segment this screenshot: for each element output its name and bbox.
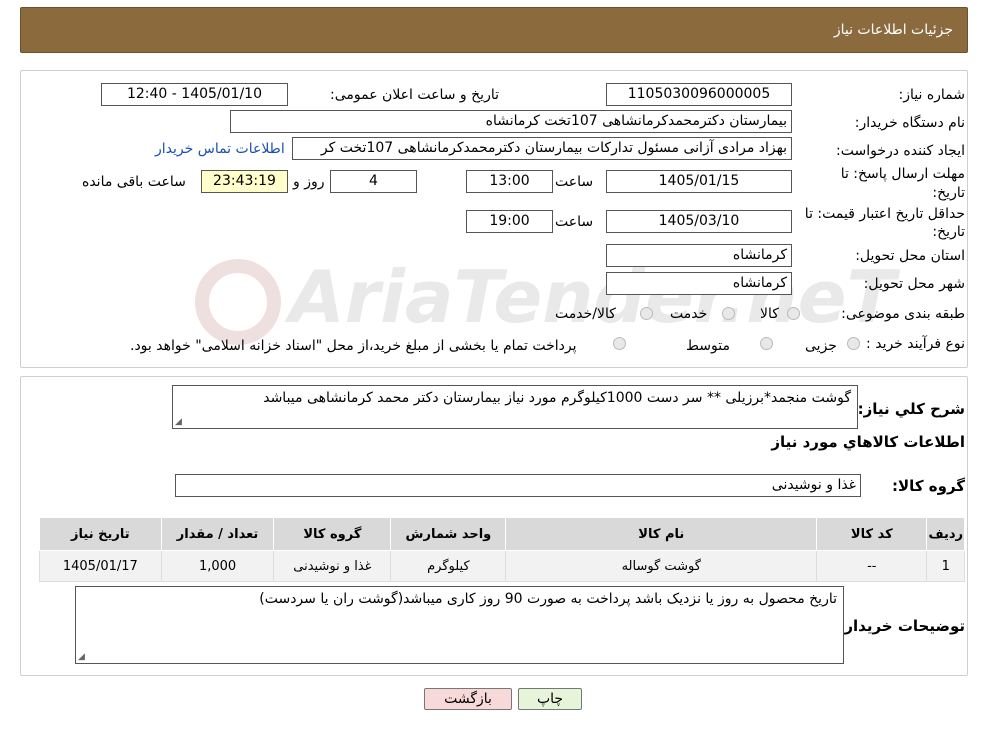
col-code: کد کالا [816, 517, 928, 551]
cell-unit: کیلوگرم [390, 550, 507, 582]
validity-label-date: تاریخ: [932, 224, 965, 240]
notes-resize-grip-icon[interactable]: ◢ [78, 652, 85, 662]
summary-label: شرح کلي نياز: [857, 400, 965, 418]
process-note: پرداخت تمام یا بخشی از مبلغ خرید،از محل … [130, 338, 577, 354]
deadline-time-label: ساعت [555, 174, 594, 190]
creator-field: بهزاد مرادی آزانی مسئول تدارکات بیمارستا… [292, 137, 792, 160]
deadline-date-field: 1405/01/15 [606, 170, 792, 193]
process-option-minor: جزیی [805, 338, 837, 354]
announce-label: تاریخ و ساعت اعلان عمومی: [330, 87, 499, 103]
watermark: AriaTender.neT [195, 255, 896, 346]
deadline-time-field: 13:00 [466, 170, 553, 193]
validity-label: حداقل تاریخ اعتبار قیمت: تا [804, 206, 965, 222]
days-remaining-field: 4 [330, 170, 417, 193]
items-table: رديف کد کالا نام کالا واحد شمارش گروه کا… [39, 517, 965, 582]
category-label: طبقه بندی موضوعی: [841, 306, 965, 322]
process-option-medium: متوسط [686, 338, 730, 354]
buyer-notes-text: تاریخ محصول به روز یا نزدیک باشد پرداخت … [75, 586, 844, 664]
watermark-logo-icon [195, 259, 281, 346]
validity-time-label: ساعت [555, 214, 594, 230]
summary-text-value: گوشت منجمد*برزیلی ** سر دست 1000کیلوگرم … [263, 390, 851, 406]
province-label: استان محل تحویل: [855, 248, 965, 264]
category-option-service: خدمت [670, 306, 708, 322]
deadline-label-date: تاریخ: [932, 185, 965, 201]
page-header: جزئیات اطلاعات نیاز [20, 7, 968, 53]
col-name: نام کالا [505, 517, 818, 551]
province-field: کرمانشاه [606, 244, 792, 267]
back-button[interactable]: بازگشت [424, 688, 512, 710]
need-number-label: شماره نیاز: [898, 87, 966, 103]
city-label: شهر محل تحویل: [863, 276, 965, 292]
resize-grip-icon[interactable]: ◢ [175, 417, 182, 427]
category-radio-service[interactable] [722, 307, 735, 320]
category-radio-goods[interactable] [787, 307, 800, 320]
city-field: کرمانشاه [606, 272, 792, 295]
buyer-contact-link[interactable]: اطلاعات تماس خریدار [155, 141, 285, 157]
goods-group-label: گروه کالا: [892, 477, 965, 495]
validity-time-field: 19:00 [466, 210, 553, 233]
process-radio-minor[interactable] [847, 337, 860, 350]
col-date: تاريخ نياز [39, 517, 162, 551]
watermark-text: AriaTender.neT [289, 255, 896, 339]
category-option-goods: کالا [760, 306, 779, 322]
buyer-field: بیمارستان دکترمحمدکرمانشاهی 107تخت کرمان… [230, 110, 792, 133]
remaining-time-field: 23:43:19 [201, 170, 288, 193]
cell-row: 1 [926, 550, 965, 582]
buyer-label: نام دستگاه خریدار: [854, 115, 965, 131]
col-unit: واحد شمارش [390, 517, 507, 551]
process-radio-medium[interactable] [760, 337, 773, 350]
goods-info-title: اطلاعات کالاهاي مورد نياز [771, 433, 965, 451]
validity-date-field: 1405/03/10 [606, 210, 792, 233]
items-table-header: رديف کد کالا نام کالا واحد شمارش گروه کا… [39, 517, 965, 551]
col-group: گروه کالا [273, 517, 392, 551]
summary-text: گوشت منجمد*برزیلی ** سر دست 1000کیلوگرم … [172, 385, 858, 429]
buyer-notes-label: توضیحات خریدار: [838, 617, 965, 635]
buyer-notes-value: تاریخ محصول به روز یا نزدیک باشد پرداخت … [259, 591, 837, 607]
goods-group-field: غذا و نوشیدنی [175, 474, 861, 497]
table-row: 1 -- گوشت گوساله کیلوگرم غذا و نوشیدنی 1… [39, 550, 965, 582]
remaining-label: ساعت باقی مانده [82, 174, 186, 190]
days-label: روز و [293, 174, 325, 190]
cell-code: -- [816, 550, 928, 582]
need-number-field: 1105030096000005 [606, 83, 792, 106]
print-button[interactable]: چاپ [518, 688, 582, 710]
creator-label: ایجاد کننده درخواست: [836, 143, 965, 159]
process-radio-treasury[interactable] [613, 337, 626, 350]
announce-field: 1405/01/10 - 12:40 [101, 83, 288, 106]
col-qty: تعداد / مقدار [160, 517, 275, 551]
col-row: رديف [926, 517, 965, 551]
process-label: نوع فرآیند خرید : [866, 336, 965, 352]
cell-name: گوشت گوساله [505, 550, 818, 582]
deadline-label: مهلت ارسال پاسخ: تا [840, 166, 965, 182]
page-title: جزئیات اطلاعات نیاز [833, 22, 953, 38]
category-radio-goods-service[interactable] [640, 307, 653, 320]
cell-date: 1405/01/17 [39, 550, 162, 582]
cell-qty: 1,000 [160, 550, 275, 582]
category-option-goods-service: کالا/خدمت [555, 306, 616, 322]
cell-group: غذا و نوشیدنی [273, 550, 392, 582]
